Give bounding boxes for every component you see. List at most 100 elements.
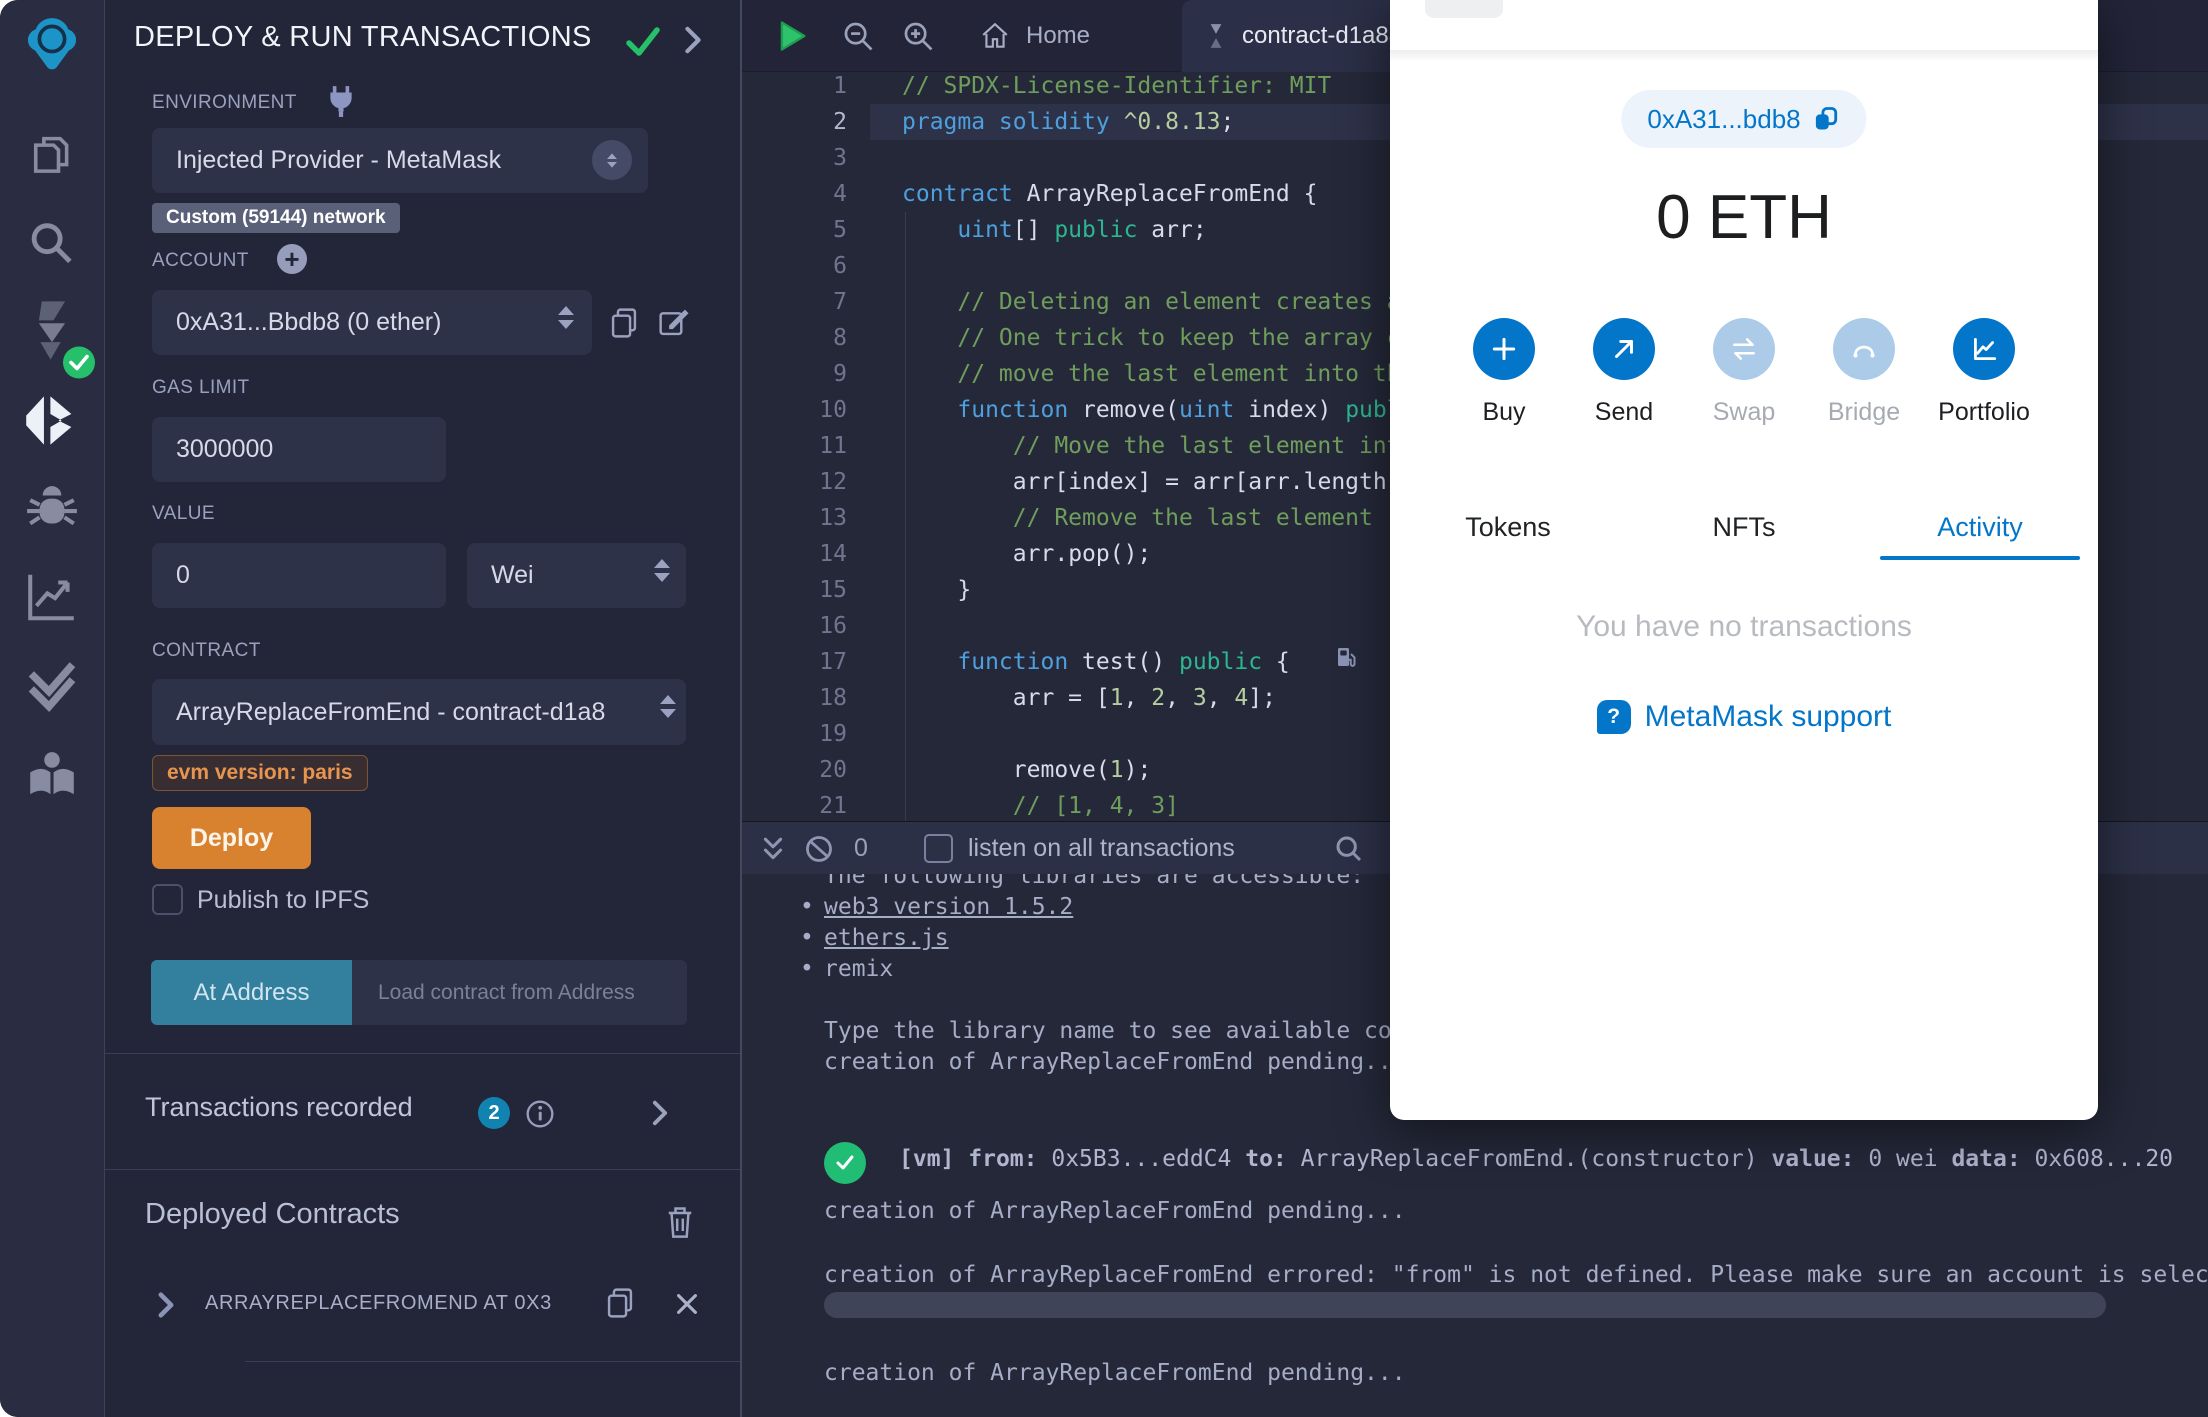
clear-terminal-ban-icon[interactable] [804,834,834,864]
analytics-icon[interactable] [24,569,80,630]
copy-deployed-address-icon[interactable] [603,1286,637,1320]
chart-icon [1953,318,2015,380]
account-address: 0xA31...bdb8 [1647,103,1801,134]
swap-label: Swap [1712,398,1776,426]
support-label: MetaMask support [1644,700,1892,733]
contract-label: CONTRACT [152,640,261,661]
vm-transaction-line[interactable]: [vm] from: 0x5B3...eddC4 to: ArrayReplac… [899,1146,2173,1172]
terminal-library-link[interactable]: remix [798,954,1489,985]
deploy-button[interactable]: Deploy [152,807,311,869]
environment-value: Injected Provider - MetaMask [176,146,502,174]
home-icon [982,22,1008,48]
terminal-search-icon[interactable] [1334,834,1364,864]
terminal-count: 0 [854,833,868,862]
tab-home[interactable]: Home [970,0,1100,72]
home-tab-label: Home [1026,22,1091,49]
remove-deployed-close-icon[interactable] [675,1292,699,1316]
buy-button[interactable]: Buy [1444,318,1564,427]
terminal-error-line: creation of ArrayReplaceFromEnd errored:… [824,1262,2208,1288]
sign-message-icon[interactable] [657,306,691,340]
clear-deployed-trash-icon[interactable] [664,1204,696,1240]
metamask-popup: 0xA31...bdb8 0 ETH Buy Send Swap Bridge Port… [1390,0,2098,1120]
run-script-play-icon[interactable] [774,18,810,54]
tab-nfts[interactable]: NFTs [1626,494,1862,560]
tx-success-check-icon [824,1142,866,1184]
tab-label: Tokens [1465,511,1551,542]
account-select[interactable]: 0xA31...Bbdb8 (0 ether) [152,290,592,355]
popup-header-shadow [1390,50,2098,62]
gas-limit-input[interactable]: 3000000 [152,417,446,482]
contract-select[interactable]: ArrayReplaceFromEnd - contract-d1a8 [152,679,686,745]
debugger-icon[interactable] [24,482,80,543]
metamask-support-link[interactable]: ? MetaMask support [1390,700,2098,734]
action-buttons-row: Buy Send Swap Bridge Portfolio [1390,318,2098,427]
publish-ipfs-label: Publish to IPFS [197,886,370,914]
at-address-input[interactable]: Load contract from Address [352,960,687,1025]
listen-transactions-checkbox[interactable] [924,834,953,863]
tab-label: Activity [1937,511,2023,542]
terminal-collapse-chevrons-icon[interactable] [760,836,786,862]
remix-logo-icon[interactable] [17,11,87,86]
value-input[interactable]: 0 [152,543,446,608]
environment-select[interactable]: Injected Provider - MetaMask [152,128,648,193]
tab-tokens[interactable]: Tokens [1390,494,1626,560]
panel-collapse-chevron-icon[interactable] [683,26,703,54]
transactions-expand-chevron-icon[interactable] [651,1100,669,1126]
account-address-pill[interactable]: 0xA31...bdb8 [1621,90,1867,148]
zoom-out-icon[interactable] [842,20,876,54]
account-label: ACCOUNT [152,250,249,271]
learneth-icon[interactable] [24,748,80,809]
account-select-arrows-icon [558,306,574,329]
portfolio-label: Portfolio [1938,398,2030,426]
bridge-button[interactable]: Bridge [1804,318,1924,427]
search-icon[interactable] [26,218,78,275]
value-unit: Wei [491,561,534,589]
tab-activity[interactable]: Activity [1862,494,2098,560]
deployed-item-expand-chevron-icon[interactable] [157,1292,175,1318]
deploy-run-icon[interactable] [23,392,81,455]
wallet-tabs: Tokens NFTs Activity [1390,494,2098,560]
arrow-up-right-icon [1593,318,1655,380]
popup-handle [1425,0,1503,18]
divider [105,1053,740,1054]
deploy-run-panel: DEPLOY & RUN TRANSACTIONS ENVIRONMENT In… [105,0,788,1417]
value-value: 0 [176,561,190,589]
solidity-file-icon [1210,24,1222,48]
value-unit-select[interactable]: Wei [467,543,686,608]
divider [245,1361,740,1362]
unit-testing-icon[interactable] [25,659,79,718]
file-explorer-icon[interactable] [26,131,78,188]
bridge-icon [1833,318,1895,380]
transactions-recorded-label: Transactions recorded [145,1092,413,1122]
swap-button[interactable]: Swap [1684,318,1804,427]
plus-icon [1473,318,1535,380]
deployed-contract-item[interactable]: ARRAYREPLACEFROMEND AT 0X3 [205,1292,552,1315]
solidity-compiler-icon[interactable] [24,299,95,379]
environment-label: ENVIRONMENT [152,92,297,113]
terminal-line: creation of ArrayReplaceFromEnd pending.… [824,1198,1406,1224]
divider [105,1169,740,1170]
active-tab-underline [1880,556,2080,560]
environment-select-arrows-icon [592,140,632,180]
terminal-line: creation of ArrayReplaceFromEnd pending.… [824,1360,1406,1386]
portfolio-button[interactable]: Portfolio [1924,318,2044,427]
send-button[interactable]: Send [1564,318,1684,427]
value-label: VALUE [152,503,215,524]
transactions-info-icon[interactable] [525,1099,555,1129]
terminal-library-link[interactable]: ethers.js [798,923,1489,954]
icon-sidebar [0,0,105,1417]
gas-limit-label: GAS LIMIT [152,377,250,398]
buy-label: Buy [1482,398,1526,426]
terminal-line: creation of ArrayReplaceFromEnd pending.… [824,1049,1406,1075]
terminal-intro-block: The following libraries are accessible:w… [798,861,1489,1078]
zoom-in-icon[interactable] [902,20,936,54]
at-address-button[interactable]: At Address [151,960,352,1025]
terminal-horizontal-scrollbar[interactable] [824,1292,2106,1318]
add-account-icon[interactable]: + [277,244,307,274]
page-title: DEPLOY & RUN TRANSACTIONS [134,21,592,53]
copy-account-icon[interactable] [607,306,641,340]
network-badge: Custom (59144) network [152,203,400,233]
publish-ipfs-checkbox[interactable] [152,884,183,915]
terminal-library-link[interactable]: web3 version 1.5.2 [798,892,1489,923]
deployed-contracts-header: Deployed Contracts [145,1198,400,1230]
